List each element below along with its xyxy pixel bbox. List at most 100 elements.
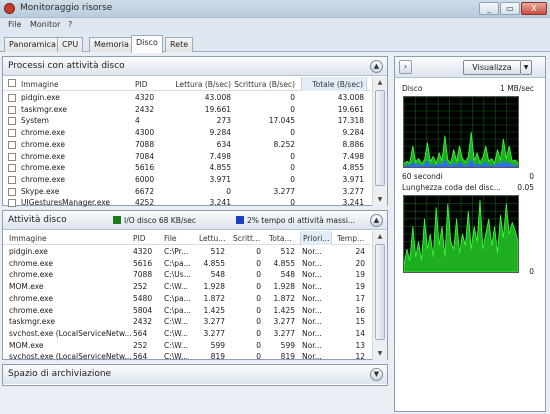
select-all-checkbox[interactable] bbox=[8, 79, 16, 87]
process-cell: 3.277 bbox=[273, 186, 295, 196]
tab-rete[interactable]: Rete bbox=[165, 37, 194, 52]
disk-activity-cell: 1.425 bbox=[203, 305, 225, 315]
disk-graph bbox=[403, 96, 519, 168]
process-cell: 8.252 bbox=[273, 139, 295, 149]
col-totale[interactable]: Totale (B/sec) bbox=[301, 77, 367, 91]
scroll-down-icon[interactable]: ▼ bbox=[373, 194, 387, 206]
disk-activity-row[interactable]: MOM.exe 252 C:\W... 1.928 0 1.928 Nor... 19 bbox=[3, 281, 370, 293]
col-priorita[interactable]: Priori... bbox=[300, 231, 332, 245]
col-pid[interactable]: PID bbox=[133, 234, 159, 243]
maximize-button[interactable]: ▭ bbox=[500, 2, 520, 15]
graph2-min: 0 bbox=[529, 267, 534, 276]
storage-header[interactable]: Spazio di archiviazione ▼ bbox=[3, 365, 387, 384]
disk-activity-cell: C:\pa... bbox=[164, 293, 191, 303]
expand-down-icon[interactable]: ▼ bbox=[370, 368, 383, 381]
process-row[interactable]: UIGesturesManager.exe 4252 3.241 0 3.241 bbox=[3, 197, 370, 209]
disk-activity-cell: C:\W... bbox=[164, 352, 188, 362]
process-cell: chrome.exe bbox=[21, 151, 65, 161]
collapse-up-icon[interactable]: ▲ bbox=[370, 214, 383, 227]
process-row[interactable]: chrome.exe 7084 7.498 0 7.498 bbox=[3, 151, 370, 163]
process-cell: 5616 bbox=[135, 163, 155, 173]
tab-memoria[interactable]: Memoria bbox=[89, 37, 134, 52]
disk-activity-cell: 7088 bbox=[133, 270, 153, 280]
scroll-up-icon[interactable]: ▲ bbox=[373, 231, 387, 243]
chevron-down-icon[interactable]: ▼ bbox=[521, 60, 532, 75]
process-cell: chrome.exe bbox=[21, 128, 65, 138]
collapse-up-icon[interactable]: ▲ bbox=[370, 60, 383, 73]
disk-activity-row[interactable]: MOM.exe 252 C:\W... 599 0 599 Nor... 13 bbox=[3, 340, 370, 352]
process-row[interactable]: chrome.exe 6000 3.971 0 3.971 bbox=[3, 174, 370, 186]
col-tempo[interactable]: Temp... bbox=[337, 234, 369, 243]
process-checkbox[interactable] bbox=[8, 129, 16, 138]
process-row[interactable]: chrome.exe 7088 634 8.252 8.886 bbox=[3, 139, 370, 151]
disk-scrollbar[interactable]: ▲ ▼ bbox=[372, 231, 387, 360]
disk-activity-row[interactable]: chrome.exe 5616 C:\pa... 4.855 0 4.855 Nor... 2… bbox=[3, 258, 370, 270]
menu-monitor[interactable]: Monitor bbox=[30, 20, 60, 29]
disk-activity-section: Attività disco I/O disco 68 KB/sec 2% te… bbox=[2, 210, 388, 363]
disk-activity-row[interactable]: pidgin.exe 4320 C:\Pr... 512 0 512 Nor... 24 bbox=[3, 246, 370, 258]
disk-activity-cell: 252 bbox=[133, 340, 148, 350]
process-checkbox[interactable] bbox=[8, 152, 16, 161]
process-row[interactable]: chrome.exe 4300 9.284 0 9.284 bbox=[3, 127, 370, 139]
scroll-up-icon[interactable]: ▲ bbox=[373, 77, 387, 89]
col-pid[interactable]: PID bbox=[135, 80, 175, 89]
process-row[interactable]: Skype.exe 6672 0 3.277 3.277 bbox=[3, 186, 370, 198]
process-row[interactable]: pidgin.exe 4320 43.008 0 43.008 bbox=[3, 92, 370, 104]
col-scrittura[interactable]: Scrittura (B/sec) bbox=[231, 80, 295, 89]
process-checkbox[interactable] bbox=[8, 175, 16, 184]
tab-disco[interactable]: Disco bbox=[131, 35, 163, 53]
disk-activity-row[interactable]: svchost.exe (LocalServiceNetw... 564 C:\W.… bbox=[3, 328, 370, 340]
disk-activity-cell: C:\Us... bbox=[164, 270, 191, 280]
disk-activity-row[interactable]: taskmgr.exe 2432 C:\W... 3.277 0 3.277 Nor... 1… bbox=[3, 316, 370, 328]
process-cell: 7.498 bbox=[209, 151, 231, 161]
col-lettura[interactable]: Lettu... bbox=[199, 234, 227, 243]
col-scrittura[interactable]: Scritt... bbox=[233, 234, 263, 243]
graph1-max: 1 MB/sec bbox=[500, 84, 534, 93]
col-file[interactable]: File bbox=[164, 234, 194, 243]
menu-file[interactable]: File bbox=[8, 20, 21, 29]
col-immagine[interactable]: Immagine bbox=[9, 234, 109, 243]
process-row[interactable]: taskmgr.exe 2432 19.661 0 19.661 bbox=[3, 104, 370, 116]
disk-activity-cell: 4320 bbox=[133, 247, 153, 256]
tab-cpu[interactable]: CPU bbox=[57, 37, 84, 52]
process-checkbox[interactable] bbox=[8, 94, 16, 102]
disk-activity-row[interactable]: chrome.exe 5804 C:\pa... 1.425 0 1.425 Nor... 1… bbox=[3, 305, 370, 317]
disk-activity-cell: 0 bbox=[256, 305, 261, 315]
processes-header[interactable]: Processi con attività disco ▲ bbox=[3, 57, 387, 76]
tab-panoramica[interactable]: Panoramica bbox=[4, 37, 61, 52]
scroll-thumb[interactable] bbox=[375, 90, 385, 186]
disk-activity-row[interactable]: chrome.exe 7088 C:\Us... 548 0 548 Nor... 19 bbox=[3, 269, 370, 281]
disk-activity-row[interactable]: chrome.exe 5480 C:\pa... 1.872 0 1.872 Nor... 1… bbox=[3, 293, 370, 305]
col-lettura[interactable]: Lettura (B/sec) bbox=[173, 80, 231, 89]
chevron-right-icon[interactable]: › bbox=[399, 60, 412, 74]
scroll-thumb[interactable] bbox=[375, 244, 385, 340]
process-cell: 17.318 bbox=[337, 116, 364, 126]
graph2-max: 0.05 bbox=[517, 183, 534, 192]
process-cell: chrome.exe bbox=[21, 163, 65, 173]
col-totale[interactable]: Tota... bbox=[269, 234, 297, 243]
disk-activity-cell: taskmgr.exe bbox=[9, 317, 55, 327]
process-checkbox[interactable] bbox=[8, 199, 16, 208]
process-checkbox[interactable] bbox=[8, 105, 16, 114]
view-button[interactable]: Visualizza bbox=[463, 60, 521, 75]
disk-activity-cell: C:\W... bbox=[164, 317, 188, 327]
process-cell: 0 bbox=[290, 151, 295, 161]
disk-activity-cell: C:\pa... bbox=[164, 258, 191, 268]
process-row[interactable]: System 4 273 17.045 17.318 bbox=[3, 115, 370, 127]
process-checkbox[interactable] bbox=[8, 117, 16, 126]
disk-activity-row[interactable]: svchost.exe (LocalServiceNetw... 564 C:\W.… bbox=[3, 351, 370, 363]
process-checkbox[interactable] bbox=[8, 187, 16, 196]
processes-scrollbar[interactable]: ▲ ▼ bbox=[372, 77, 387, 206]
process-checkbox[interactable] bbox=[8, 164, 16, 173]
scroll-down-icon[interactable]: ▼ bbox=[373, 348, 387, 360]
minimize-button[interactable]: _ bbox=[479, 2, 499, 15]
main-area: Processi con attività disco ▲ Immagine P… bbox=[0, 52, 550, 414]
process-checkbox[interactable] bbox=[8, 140, 16, 149]
disk-activity-header[interactable]: Attività disco I/O disco 68 KB/sec 2% te… bbox=[3, 211, 387, 230]
col-immagine[interactable]: Immagine bbox=[21, 80, 121, 89]
menu-help[interactable]: ? bbox=[68, 20, 72, 29]
process-cell: 19.661 bbox=[337, 104, 364, 114]
close-button[interactable]: X bbox=[521, 2, 547, 15]
process-row[interactable]: chrome.exe 5616 4.855 0 4.855 bbox=[3, 162, 370, 174]
disk-graph-plot bbox=[403, 96, 519, 168]
